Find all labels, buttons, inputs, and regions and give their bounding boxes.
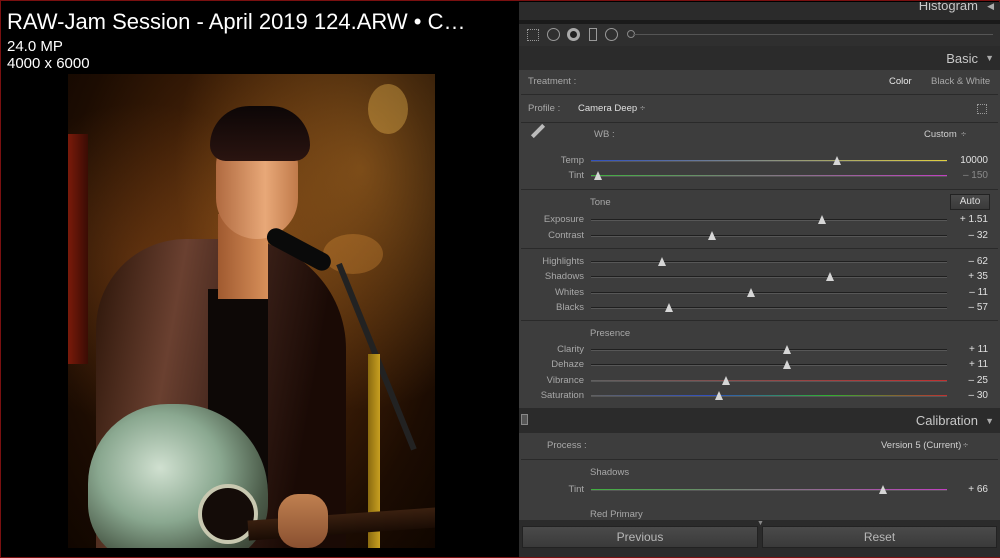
- calibration-tint-label: Tint: [568, 484, 584, 495]
- profile-dropdown-arrows: ÷: [640, 103, 646, 114]
- shadows-value[interactable]: + 35: [948, 271, 988, 282]
- dehaze-slider-thumb[interactable]: [782, 360, 791, 369]
- exposure-label: Exposure: [543, 214, 584, 225]
- calibration-tint-slider[interactable]: [591, 485, 947, 494]
- calibration-tint-slider-thumb[interactable]: [878, 485, 887, 494]
- tool-strip: [519, 24, 1000, 46]
- panel-toggle-switch[interactable]: [521, 414, 528, 425]
- previous-button[interactable]: Previous: [522, 526, 758, 548]
- clarity-value[interactable]: + 11: [948, 344, 988, 355]
- wb-dropdown-arrows: ÷: [961, 129, 967, 140]
- vibrance-label: Vibrance: [546, 375, 584, 386]
- highlights-slider[interactable]: [591, 257, 947, 266]
- highlights-slider-thumb[interactable]: [658, 257, 667, 266]
- blacks-slider[interactable]: [591, 303, 947, 312]
- graduated-filter-icon[interactable]: [589, 28, 597, 41]
- contrast-value[interactable]: – 32: [948, 230, 988, 241]
- tone-label: Tone: [590, 197, 611, 208]
- shadows-slider[interactable]: [591, 272, 947, 281]
- saturation-label: Saturation: [540, 390, 584, 401]
- profile-dropdown[interactable]: Camera Deep: [578, 103, 637, 114]
- histogram-title: Histogram: [918, 2, 978, 13]
- tint-slider[interactable]: [591, 171, 947, 180]
- calibration-shadows-label: Shadows: [590, 467, 630, 478]
- profile-label: Profile :: [528, 103, 561, 114]
- treatment-label: Treatment :: [528, 76, 577, 87]
- vibrance-slider-thumb[interactable]: [722, 376, 731, 385]
- calibration-title: Calibration: [915, 413, 978, 428]
- saturation-slider-thumb[interactable]: [715, 391, 724, 400]
- shadows-slider-thumb[interactable]: [825, 272, 834, 281]
- process-dropdown[interactable]: Version 5 (Current): [881, 440, 961, 451]
- blacks-label: Blacks: [556, 302, 584, 313]
- clarity-slider[interactable]: [591, 345, 947, 354]
- dehaze-label: Dehaze: [551, 359, 584, 370]
- exposure-slider[interactable]: [591, 215, 947, 224]
- basic-header[interactable]: Basic ▼: [519, 46, 1000, 70]
- process-dropdown-arrows: ÷: [963, 440, 969, 451]
- profile-browser-icon[interactable]: [977, 104, 987, 114]
- clarity-label: Clarity: [557, 344, 584, 355]
- treatment-color-option[interactable]: Color: [889, 76, 912, 87]
- tint-label: Tint: [568, 170, 584, 181]
- calibration-header[interactable]: Calibration ▼: [519, 408, 1000, 433]
- tint-slider-thumb[interactable]: [594, 171, 603, 180]
- presence-label: Presence: [590, 328, 631, 339]
- temp-slider-thumb[interactable]: [832, 156, 841, 165]
- basic-title: Basic: [946, 51, 978, 66]
- highlights-label: Highlights: [542, 256, 584, 267]
- exposure-slider-thumb[interactable]: [818, 215, 827, 224]
- tint-value[interactable]: – 150: [948, 170, 988, 181]
- contrast-label: Contrast: [548, 230, 584, 241]
- image-dimensions: 4000 x 6000: [7, 55, 90, 72]
- exposure-value[interactable]: + 1.51: [948, 214, 988, 225]
- red-primary-label: Red Primary: [590, 509, 643, 520]
- collapse-down-icon[interactable]: ▼: [985, 53, 994, 63]
- bottom-bar: ▼ Previous Reset: [519, 520, 1000, 557]
- image-preview-pane: RAW-Jam Session - April 2019 124.ARW • C…: [2, 2, 517, 557]
- blacks-value[interactable]: – 57: [948, 302, 988, 313]
- reset-button[interactable]: Reset: [762, 526, 997, 548]
- crop-overlay-icon[interactable]: [527, 29, 539, 41]
- whites-value[interactable]: – 11: [948, 287, 988, 298]
- lightroom-window: RAW-Jam Session - April 2019 124.ARW • C…: [0, 0, 1000, 558]
- vibrance-value[interactable]: – 25: [948, 375, 988, 386]
- histogram-header[interactable]: Histogram ◀: [519, 2, 1000, 20]
- calibration-collapse-icon[interactable]: ▼: [985, 416, 994, 426]
- saturation-value[interactable]: – 30: [948, 390, 988, 401]
- temp-label: Temp: [560, 155, 584, 166]
- radial-filter-icon[interactable]: [605, 28, 618, 41]
- whites-slider[interactable]: [591, 288, 947, 297]
- whites-label: Whites: [554, 287, 584, 298]
- red-eye-icon[interactable]: [567, 28, 580, 41]
- photo-preview: [68, 74, 435, 548]
- spot-removal-icon[interactable]: [547, 28, 560, 41]
- blacks-slider-thumb[interactable]: [665, 303, 674, 312]
- treatment-bw-option[interactable]: Black & White: [931, 76, 990, 87]
- collapse-left-icon[interactable]: ◀: [987, 2, 994, 12]
- image-filename: RAW-Jam Session - April 2019 124.ARW • C…: [7, 9, 466, 34]
- wb-eyedropper-icon[interactable]: [530, 123, 546, 139]
- highlights-value[interactable]: – 62: [948, 256, 988, 267]
- process-label: Process :: [547, 440, 587, 451]
- image-megapixels: 24.0 MP: [7, 38, 63, 55]
- temp-slider[interactable]: [591, 156, 947, 165]
- dehaze-slider[interactable]: [591, 360, 947, 369]
- wb-label: WB :: [594, 129, 615, 140]
- saturation-slider[interactable]: [591, 391, 947, 400]
- contrast-slider[interactable]: [591, 231, 947, 240]
- vibrance-slider[interactable]: [591, 376, 947, 385]
- dehaze-value[interactable]: + 11: [948, 359, 988, 370]
- clarity-slider-thumb[interactable]: [782, 345, 791, 354]
- whites-slider-thumb[interactable]: [747, 288, 756, 297]
- calibration-tint-value[interactable]: + 66: [948, 484, 988, 495]
- shadows-label: Shadows: [544, 271, 584, 282]
- contrast-slider-thumb[interactable]: [708, 231, 717, 240]
- develop-panel: Histogram ◀ Basic ▼ Treatment : Color Bl…: [519, 2, 1000, 557]
- temp-value[interactable]: 10000: [948, 155, 988, 166]
- auto-tone-button[interactable]: Auto: [950, 194, 990, 210]
- wb-dropdown[interactable]: Custom: [924, 129, 957, 140]
